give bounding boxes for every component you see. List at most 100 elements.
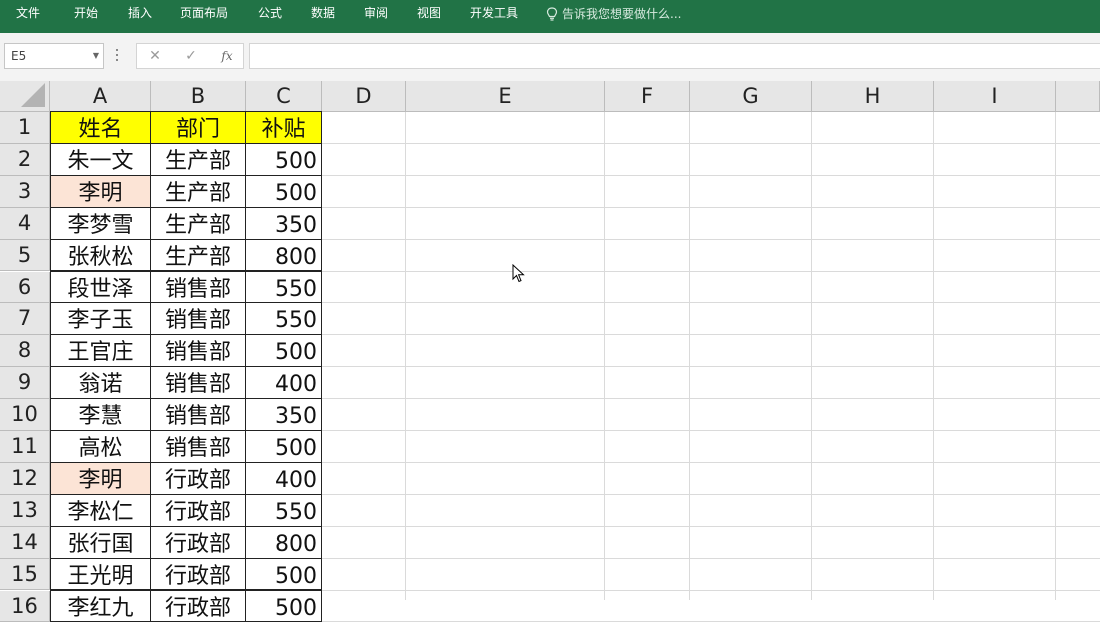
- select-all-button[interactable]: [0, 81, 50, 112]
- cell[interactable]: 行政部: [151, 526, 246, 559]
- row-header[interactable]: 9: [0, 367, 50, 399]
- insert-function-icon[interactable]: fx: [213, 44, 241, 68]
- row-header[interactable]: 16: [0, 591, 50, 622]
- cell[interactable]: 李子玉: [50, 302, 151, 335]
- cell[interactable]: 段世泽: [50, 271, 151, 304]
- column-header[interactable]: [1056, 81, 1100, 112]
- gridline: [604, 112, 605, 600]
- row-header[interactable]: 1: [0, 112, 50, 144]
- ribbon-tab[interactable]: 插入: [128, 0, 152, 28]
- gridline: [689, 112, 690, 600]
- row-header[interactable]: 6: [0, 272, 50, 304]
- ribbon-tab[interactable]: 开发工具: [470, 0, 518, 28]
- cell[interactable]: 500: [246, 430, 322, 463]
- ribbon-tab[interactable]: 审阅: [364, 0, 388, 28]
- column-header[interactable]: E: [406, 81, 605, 112]
- row-header[interactable]: 5: [0, 240, 50, 272]
- column-header[interactable]: C: [246, 81, 322, 112]
- cell[interactable]: 生产部: [151, 239, 246, 272]
- name-box[interactable]: E5 ▼: [4, 43, 104, 69]
- cell[interactable]: 500: [246, 590, 322, 622]
- cell[interactable]: 李明: [50, 175, 151, 208]
- tell-me-box[interactable]: 告诉我您想要做什么...: [546, 0, 681, 28]
- column-header[interactable]: G: [690, 81, 812, 112]
- cell[interactable]: 张秋松: [50, 239, 151, 272]
- cell[interactable]: 550: [246, 302, 322, 335]
- cell[interactable]: 500: [246, 143, 322, 176]
- column-header[interactable]: B: [151, 81, 246, 112]
- cell[interactable]: 350: [246, 398, 322, 431]
- cell[interactable]: 王光明: [50, 558, 151, 591]
- cell[interactable]: 生产部: [151, 143, 246, 176]
- cell[interactable]: 李明: [50, 462, 151, 495]
- cell[interactable]: 行政部: [151, 558, 246, 591]
- row-header[interactable]: 14: [0, 527, 50, 559]
- cell[interactable]: 部门: [151, 111, 246, 144]
- cell[interactable]: 400: [246, 366, 322, 399]
- drag-handle-icon[interactable]: [116, 49, 119, 61]
- formula-buttons: ✕ ✓ fx: [136, 43, 244, 69]
- cell[interactable]: 李松仁: [50, 494, 151, 527]
- cell[interactable]: 翁诺: [50, 366, 151, 399]
- cell[interactable]: 李梦雪: [50, 207, 151, 240]
- ribbon-tab[interactable]: 视图: [417, 0, 441, 28]
- row-header[interactable]: 11: [0, 431, 50, 463]
- cell[interactable]: 销售部: [151, 271, 246, 304]
- row-header[interactable]: 12: [0, 463, 50, 495]
- mouse-cursor-icon: [512, 264, 526, 284]
- formula-input[interactable]: [249, 43, 1100, 69]
- cell[interactable]: 高松: [50, 430, 151, 463]
- cell[interactable]: 行政部: [151, 494, 246, 527]
- row-header[interactable]: 13: [0, 495, 50, 527]
- cell[interactable]: 行政部: [151, 462, 246, 495]
- cell[interactable]: 姓名: [50, 111, 151, 144]
- cell[interactable]: 销售部: [151, 398, 246, 431]
- cancel-icon[interactable]: ✕: [141, 44, 169, 68]
- cell[interactable]: 500: [246, 558, 322, 591]
- column-header[interactable]: D: [322, 81, 406, 112]
- gridline: [811, 112, 812, 600]
- enter-icon[interactable]: ✓: [177, 44, 205, 68]
- cell[interactable]: 张行国: [50, 526, 151, 559]
- row-header[interactable]: 3: [0, 176, 50, 208]
- cell[interactable]: 500: [246, 175, 322, 208]
- worksheet-grid[interactable]: ABCDEFGHI12345678910111213141516姓名部门补贴朱一…: [0, 81, 1100, 600]
- gridline: [933, 112, 934, 600]
- cell[interactable]: 800: [246, 526, 322, 559]
- ribbon-tab[interactable]: 页面布局: [180, 0, 228, 28]
- cell[interactable]: 朱一文: [50, 143, 151, 176]
- cell[interactable]: 李红九: [50, 590, 151, 622]
- row-header[interactable]: 8: [0, 335, 50, 367]
- cell[interactable]: 王官庄: [50, 334, 151, 367]
- cell[interactable]: 李慧: [50, 398, 151, 431]
- cell[interactable]: 400: [246, 462, 322, 495]
- row-header[interactable]: 10: [0, 399, 50, 431]
- ribbon-tab[interactable]: 开始: [74, 0, 98, 28]
- column-header[interactable]: A: [50, 81, 151, 112]
- cell[interactable]: 500: [246, 334, 322, 367]
- row-header[interactable]: 7: [0, 303, 50, 335]
- cell[interactable]: 550: [246, 271, 322, 304]
- row-header[interactable]: 15: [0, 559, 50, 591]
- cell[interactable]: 行政部: [151, 590, 246, 622]
- cell[interactable]: 销售部: [151, 430, 246, 463]
- cell[interactable]: 销售部: [151, 366, 246, 399]
- column-header[interactable]: H: [812, 81, 934, 112]
- cell[interactable]: 800: [246, 239, 322, 272]
- ribbon-tab[interactable]: 数据: [311, 0, 335, 28]
- cell[interactable]: 350: [246, 207, 322, 240]
- column-header[interactable]: F: [605, 81, 690, 112]
- cell[interactable]: 550: [246, 494, 322, 527]
- cell[interactable]: 销售部: [151, 334, 246, 367]
- cell[interactable]: 生产部: [151, 207, 246, 240]
- chevron-down-icon[interactable]: ▼: [93, 44, 99, 68]
- cell[interactable]: 销售部: [151, 302, 246, 335]
- lightbulb-icon: [546, 7, 558, 21]
- column-header[interactable]: I: [934, 81, 1056, 112]
- row-header[interactable]: 2: [0, 144, 50, 176]
- cell[interactable]: 生产部: [151, 175, 246, 208]
- row-header[interactable]: 4: [0, 208, 50, 240]
- ribbon-tab[interactable]: 公式: [258, 0, 282, 28]
- ribbon-tab[interactable]: 文件: [16, 0, 40, 28]
- cell[interactable]: 补贴: [246, 111, 322, 144]
